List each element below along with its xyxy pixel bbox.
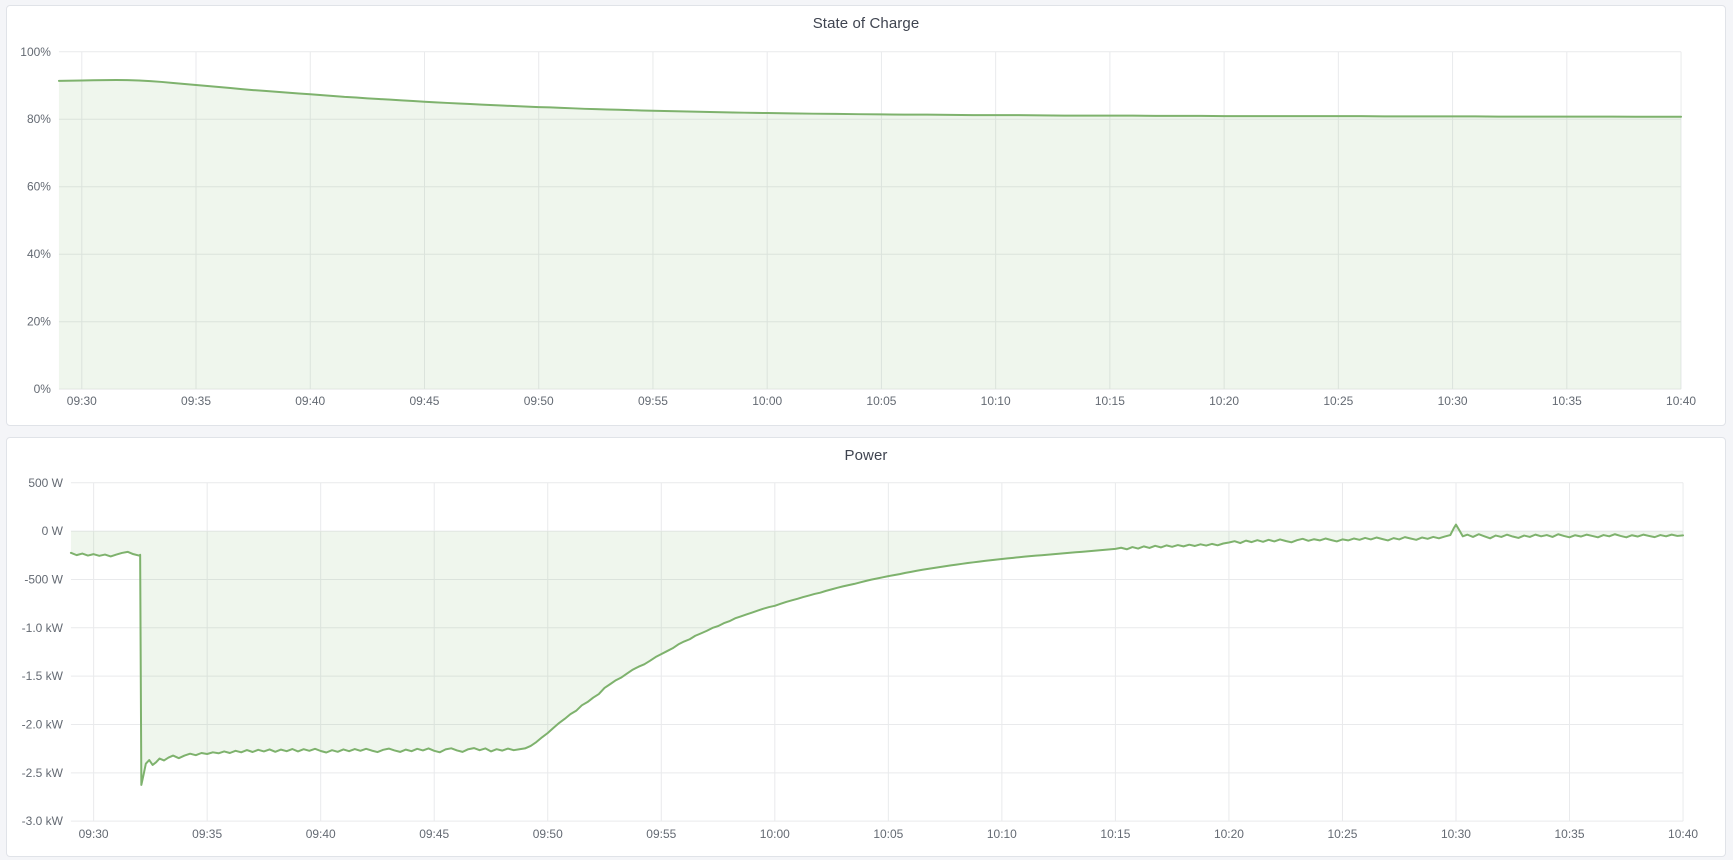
svg-text:09:55: 09:55 [638,394,668,408]
svg-text:10:10: 10:10 [987,827,1017,841]
svg-text:100%: 100% [20,45,51,59]
svg-text:09:50: 09:50 [533,827,563,841]
svg-text:10:30: 10:30 [1438,394,1468,408]
svg-text:09:55: 09:55 [646,827,676,841]
svg-text:10:35: 10:35 [1552,394,1582,408]
svg-text:09:35: 09:35 [192,827,222,841]
panel-state-of-charge: State of Charge 100%80%60%40%20%0%09:300… [6,5,1726,426]
svg-text:10:25: 10:25 [1327,827,1357,841]
svg-text:10:05: 10:05 [873,827,903,841]
svg-text:09:45: 09:45 [419,827,449,841]
svg-text:10:40: 10:40 [1668,827,1698,841]
svg-text:-1.0 kW: -1.0 kW [22,621,64,635]
panel-power: Power 500 W0 W-500 W-1.0 kW-1.5 kW-2.0 k… [6,437,1726,857]
svg-text:60%: 60% [27,180,51,194]
svg-text:-1.5 kW: -1.5 kW [22,669,64,683]
svg-text:09:40: 09:40 [306,827,336,841]
svg-text:09:40: 09:40 [295,394,325,408]
svg-text:-500 W: -500 W [24,572,63,586]
svg-text:-2.5 kW: -2.5 kW [22,766,64,780]
svg-text:80%: 80% [27,112,51,126]
svg-text:10:00: 10:00 [760,827,790,841]
svg-text:09:30: 09:30 [79,827,109,841]
svg-text:10:20: 10:20 [1209,394,1239,408]
svg-text:10:30: 10:30 [1441,827,1471,841]
svg-text:500 W: 500 W [28,476,63,490]
svg-text:09:30: 09:30 [67,394,97,408]
svg-text:10:35: 10:35 [1555,827,1585,841]
svg-text:40%: 40% [27,247,51,261]
svg-text:10:00: 10:00 [752,394,782,408]
svg-text:10:20: 10:20 [1214,827,1244,841]
svg-text:-2.0 kW: -2.0 kW [22,717,64,731]
svg-text:10:15: 10:15 [1095,394,1125,408]
svg-text:10:10: 10:10 [981,394,1011,408]
svg-text:0 W: 0 W [42,524,64,538]
svg-text:10:40: 10:40 [1666,394,1696,408]
svg-text:10:25: 10:25 [1323,394,1353,408]
svg-text:10:15: 10:15 [1100,827,1130,841]
svg-text:10:05: 10:05 [866,394,896,408]
dashboard-page: State of Charge 100%80%60%40%20%0%09:300… [0,0,1733,860]
svg-text:-3.0 kW: -3.0 kW [22,814,64,828]
state-of-charge-chart[interactable]: 100% 80% 60% 40% 20% 0% 09:30 09:35 09:40 09:45 09… [7,6,1725,425]
svg-text:20%: 20% [27,315,51,329]
svg-text:09:45: 09:45 [409,394,439,408]
svg-text:09:50: 09:50 [524,394,554,408]
svg-text:0%: 0% [34,382,52,396]
power-chart[interactable]: 500 W 0 W -500 W -1.0 kW -1.5 kW -2.0 kW -2.5 … [7,438,1725,856]
svg-text:09:35: 09:35 [181,394,211,408]
